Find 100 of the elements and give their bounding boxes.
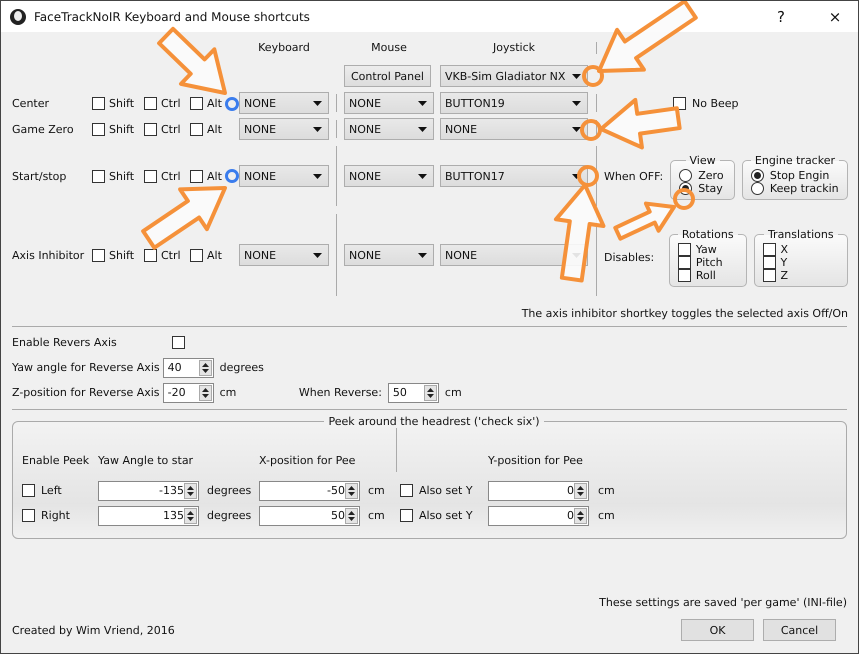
checkbox[interactable] bbox=[190, 122, 203, 136]
spinner-button[interactable] bbox=[198, 384, 212, 400]
spin-field[interactable]: -50 bbox=[259, 480, 360, 500]
checkbox[interactable] bbox=[762, 269, 776, 282]
radio-label: Stop Engin bbox=[770, 168, 830, 182]
column-header: Joystick bbox=[492, 40, 535, 54]
up-triangle-icon bbox=[577, 510, 584, 514]
spinner-button[interactable] bbox=[345, 508, 358, 524]
close-button[interactable]: × bbox=[812, 1, 858, 32]
spin-field[interactable]: -20 bbox=[162, 382, 214, 402]
up-triangle-icon bbox=[202, 388, 209, 392]
down-triangle-icon bbox=[202, 368, 209, 372]
unit-label: cm bbox=[220, 386, 236, 399]
checkbox[interactable] bbox=[762, 243, 776, 256]
dropdown[interactable]: NONE bbox=[239, 165, 329, 187]
checkbox[interactable] bbox=[400, 509, 413, 522]
spin-field[interactable]: 0 bbox=[488, 506, 589, 526]
checkbox-label: Right bbox=[41, 509, 70, 522]
group-title: Rotations bbox=[680, 228, 735, 241]
field-label: Yaw angle for Reverse Axis bbox=[12, 361, 160, 374]
checkbox-label: Roll bbox=[696, 269, 716, 282]
up-triangle-icon bbox=[348, 486, 355, 490]
checkbox-label: Ctrl bbox=[161, 96, 181, 110]
highlight-circle bbox=[673, 188, 695, 210]
checkbox[interactable] bbox=[92, 122, 105, 136]
dropdown[interactable]: NONE bbox=[440, 118, 588, 140]
callout-arrow bbox=[613, 202, 676, 241]
unit-label: degrees bbox=[220, 361, 264, 374]
spin-field[interactable]: 135 bbox=[98, 506, 199, 526]
checkbox[interactable] bbox=[678, 269, 691, 282]
group-title: Translations bbox=[766, 228, 835, 241]
spin-field[interactable]: -135 bbox=[98, 480, 199, 500]
window-title: FaceTrackNoIR Keyboard and Mouse shortcuts bbox=[34, 10, 311, 24]
spinner-button[interactable] bbox=[345, 482, 358, 498]
dropdown[interactable]: VKB-Sim Gladiator NX bbox=[440, 65, 588, 87]
dropdown[interactable]: NONE bbox=[239, 118, 329, 140]
dropdown[interactable]: NONE bbox=[344, 244, 434, 266]
checkbox-label: Shift bbox=[109, 122, 134, 136]
down-triangle-icon bbox=[426, 394, 434, 398]
spinner-button[interactable] bbox=[424, 384, 437, 400]
caret-icon bbox=[418, 100, 427, 106]
spinner-button[interactable] bbox=[184, 482, 197, 498]
dialog-button[interactable]: Cancel bbox=[763, 619, 836, 641]
checkbox[interactable] bbox=[172, 336, 185, 349]
spin-field[interactable]: 40 bbox=[162, 358, 214, 378]
checkbox[interactable] bbox=[190, 96, 203, 110]
checkbox[interactable] bbox=[190, 170, 203, 182]
checkbox-label: Shift bbox=[109, 96, 134, 110]
checkbox[interactable] bbox=[144, 170, 157, 182]
unit-label: degrees bbox=[207, 484, 252, 497]
control-panel-button[interactable]: Control Panel bbox=[344, 65, 431, 87]
dropdown[interactable]: NONE bbox=[344, 165, 434, 187]
checkbox[interactable] bbox=[144, 122, 157, 136]
checkbox[interactable] bbox=[678, 243, 691, 256]
checkbox[interactable] bbox=[400, 484, 413, 497]
unit-label: cm bbox=[598, 484, 615, 497]
radio-button[interactable] bbox=[750, 168, 764, 182]
checkbox[interactable] bbox=[92, 248, 105, 262]
dropdown[interactable]: NONE bbox=[344, 118, 434, 140]
radio-button[interactable] bbox=[679, 168, 692, 182]
dropdown[interactable]: NONE bbox=[344, 92, 434, 114]
checkbox-label: Alt bbox=[207, 248, 222, 262]
checkbox[interactable] bbox=[92, 96, 105, 110]
dropdown[interactable]: BUTTON19 bbox=[440, 92, 588, 114]
checkbox[interactable] bbox=[678, 256, 691, 269]
help-button[interactable]: ? bbox=[758, 1, 804, 32]
checkbox-label: Left bbox=[41, 484, 62, 497]
caret-icon bbox=[313, 126, 322, 132]
radio-button[interactable] bbox=[750, 182, 764, 194]
spin-field[interactable]: 0 bbox=[488, 480, 589, 500]
checkbox[interactable] bbox=[190, 248, 203, 262]
radio-label: Zero bbox=[698, 168, 724, 182]
caret-icon bbox=[572, 126, 581, 132]
down-triangle-icon bbox=[202, 394, 209, 398]
up-triangle-icon bbox=[426, 388, 434, 392]
spinner-button[interactable] bbox=[574, 482, 587, 498]
spinner-button[interactable] bbox=[184, 508, 197, 524]
checkbox[interactable] bbox=[22, 484, 35, 497]
checkbox[interactable] bbox=[144, 96, 157, 110]
spinner-button[interactable] bbox=[574, 508, 587, 524]
app-logo-icon bbox=[10, 8, 26, 24]
checkbox-label: Also set Y bbox=[419, 484, 473, 497]
dropdown[interactable]: BUTTON17 bbox=[440, 165, 588, 187]
down-triangle-icon bbox=[348, 492, 355, 496]
caret-icon bbox=[418, 252, 427, 258]
credit-text: Created by Wim Vriend, 2016 bbox=[12, 624, 176, 636]
checkbox-label: Shift bbox=[109, 248, 134, 262]
when-off-label: When OFF: bbox=[604, 170, 664, 183]
spin-field[interactable]: 50 bbox=[388, 382, 439, 402]
checkbox[interactable] bbox=[762, 256, 776, 269]
down-triangle-icon bbox=[187, 516, 194, 520]
checkbox-label: Alt bbox=[207, 170, 222, 182]
dropdown[interactable]: NONE bbox=[239, 244, 329, 266]
checkbox[interactable] bbox=[144, 248, 157, 262]
dialog-button[interactable]: OK bbox=[681, 619, 754, 641]
checkbox[interactable] bbox=[92, 170, 105, 182]
dropdown[interactable]: NONE bbox=[239, 92, 329, 114]
checkbox[interactable] bbox=[22, 509, 35, 522]
spinner-button[interactable] bbox=[198, 360, 212, 376]
spin-field[interactable]: 50 bbox=[259, 506, 360, 526]
